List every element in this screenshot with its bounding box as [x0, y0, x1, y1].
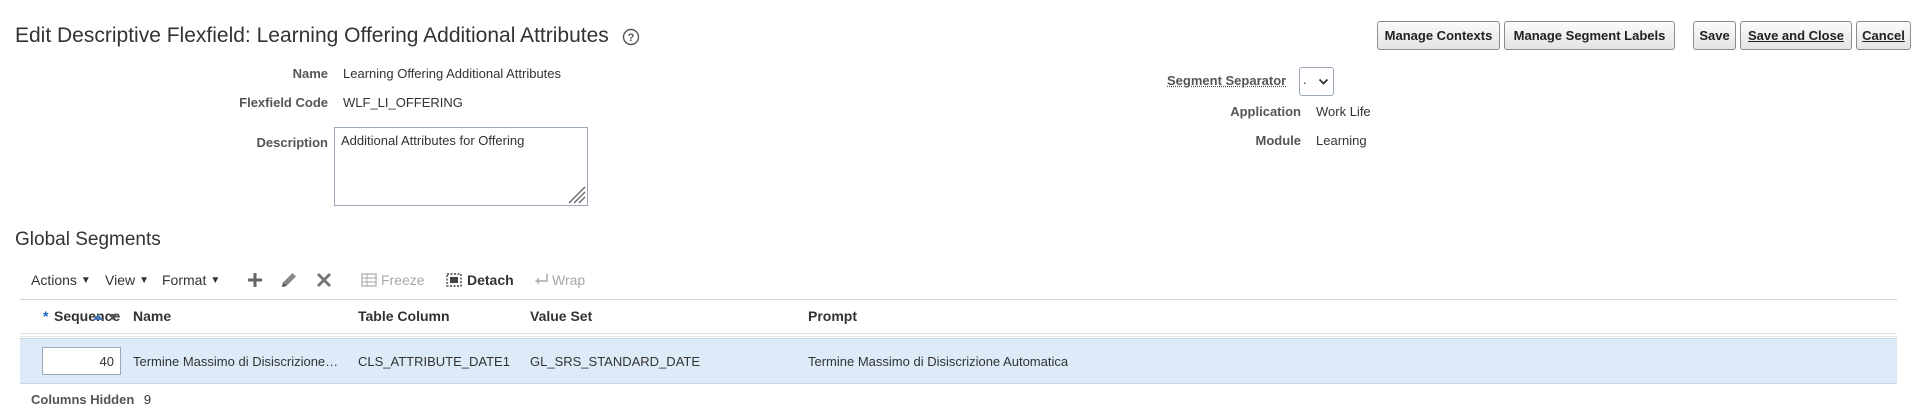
module-label: Module — [1255, 133, 1302, 148]
wrap-label: Wrap — [552, 272, 586, 288]
edit-pencil-icon[interactable] — [279, 270, 299, 290]
sequence-input[interactable] — [42, 347, 121, 375]
freeze-button: Freeze — [381, 272, 425, 288]
column-header-prompt[interactable]: Prompt — [808, 308, 857, 324]
detach-icon[interactable] — [444, 270, 464, 290]
columns-hidden-label: Columns Hidden — [31, 392, 135, 407]
segment-separator-label: Segment Separator — [1167, 73, 1287, 88]
sort-icon[interactable] — [90, 312, 126, 322]
description-label: Description — [256, 135, 328, 150]
segment-name-cell: Termine Massimo di Disiscrizione… — [133, 354, 339, 369]
description-field[interactable]: Additional Attributes for Offering — [334, 127, 588, 206]
required-marker: * — [43, 308, 49, 324]
module-value: Learning — [1316, 133, 1367, 148]
value-set-cell: GL_SRS_STANDARD_DATE — [530, 354, 701, 369]
column-header-name[interactable]: Name — [133, 308, 171, 324]
freeze-icon — [361, 273, 377, 287]
caret-down-icon: ▼ — [80, 274, 91, 286]
segment-separator-select[interactable]: . — [1299, 67, 1334, 96]
view-menu[interactable]: View ▼ — [105, 272, 149, 288]
prompt-cell: Termine Massimo di Disiscrizione Automat… — [808, 354, 1069, 369]
save-button[interactable]: Save — [1693, 21, 1736, 50]
add-icon[interactable] — [245, 270, 265, 290]
svg-text:?: ? — [628, 32, 635, 44]
manage-segment-labels-button[interactable]: Manage Segment Labels — [1504, 21, 1675, 50]
actions-menu[interactable]: Actions ▼ — [31, 272, 91, 288]
freeze-label: Freeze — [381, 272, 425, 288]
global-segments-title: Global Segments — [15, 229, 161, 250]
segment-separator-value: . — [1303, 72, 1307, 87]
header-divider — [20, 333, 1897, 334]
wrap-icon — [535, 274, 548, 285]
name-value: Learning Offering Additional Attributes — [343, 66, 562, 81]
detach-label: Detach — [467, 272, 514, 288]
wrap-button: Wrap — [552, 272, 585, 288]
actions-menu-label: Actions — [31, 272, 77, 288]
caret-down-icon: ▼ — [139, 274, 149, 286]
column-header-table-column[interactable]: Table Column — [358, 308, 450, 324]
name-label: Name — [292, 66, 328, 81]
columns-hidden-count: 9 — [143, 392, 152, 407]
flexfield-code-label: Flexfield Code — [239, 95, 328, 110]
application-label: Application — [1230, 104, 1301, 119]
header-divider — [20, 336, 1897, 337]
cancel-button[interactable]: Cancel — [1856, 21, 1911, 50]
view-menu-label: View — [105, 272, 136, 288]
flexfield-code-value: WLF_LI_OFFERING — [343, 95, 463, 110]
caret-down-icon: ▼ — [210, 274, 221, 286]
application-value: Work Life — [1316, 104, 1371, 119]
save-and-close-button[interactable]: Save and Close — [1740, 21, 1852, 50]
resize-grip-icon[interactable] — [566, 184, 586, 204]
table-column-cell: CLS_ATTRIBUTE_DATE1 — [358, 354, 510, 369]
chevron-down-icon — [1318, 78, 1329, 85]
format-menu[interactable]: Format ▼ — [162, 272, 220, 288]
columns-hidden-status: Columns Hidden 9 — [31, 392, 151, 407]
manage-contexts-button[interactable]: Manage Contexts — [1377, 21, 1500, 50]
column-header-value-set[interactable]: Value Set — [530, 308, 592, 324]
delete-icon[interactable] — [314, 270, 334, 290]
page-title: Edit Descriptive Flexfield: Learning Off… — [15, 24, 609, 47]
help-icon[interactable]: ? — [622, 28, 640, 46]
format-menu-label: Format — [162, 272, 207, 288]
detach-button[interactable]: Detach — [467, 272, 514, 288]
